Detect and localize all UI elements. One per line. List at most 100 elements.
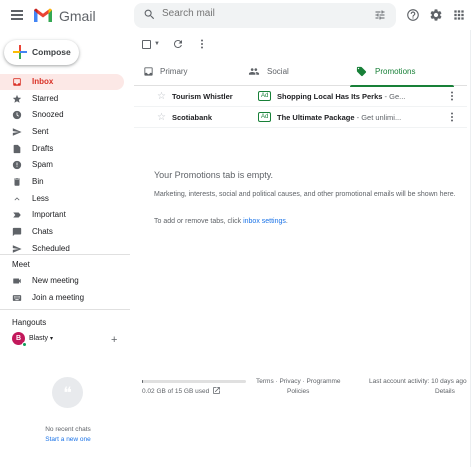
more-vert-icon[interactable]: [446, 90, 458, 102]
people-icon: [248, 68, 260, 75]
start-new-chat-link[interactable]: Start a new one: [0, 436, 136, 443]
top-bar: Gmail: [0, 0, 474, 32]
tab-social[interactable]: Social: [244, 58, 348, 86]
sidebar-item-starred[interactable]: Starred: [0, 91, 124, 107]
category-tabs: Primary Social Promotions: [134, 58, 467, 87]
meet-heading: Meet: [12, 260, 30, 269]
settings-suffix: .: [285, 218, 288, 225]
help-icon[interactable]: [406, 8, 420, 22]
avatar-initial: B: [15, 335, 22, 342]
sidebar-item-snoozed[interactable]: Snoozed: [0, 107, 124, 123]
new-meeting-label: New meeting: [32, 276, 79, 285]
empty-state-settings: To add or remove tabs, click inbox setti…: [154, 218, 288, 225]
ad-badge: Ad: [258, 112, 272, 122]
bin-icon: [14, 178, 20, 186]
chevron-up-icon: [14, 197, 20, 201]
join-meeting-button[interactable]: Join a meeting: [0, 290, 124, 306]
add-icon[interactable]: +: [111, 334, 117, 346]
apps-icon[interactable]: [452, 8, 466, 22]
sidebar-item-label: Chats: [32, 227, 53, 236]
star-icon[interactable]: ☆: [157, 112, 166, 123]
ad-badge: Ad: [258, 91, 272, 101]
plus-icon: [13, 45, 27, 59]
sidebar-item-sent[interactable]: Sent: [0, 124, 124, 140]
sidebar-item-chats[interactable]: Chats: [0, 224, 124, 240]
sidebar-item-less[interactable]: Less: [0, 191, 124, 207]
video-icon: [13, 278, 21, 284]
sidebar-item-label: Starred: [32, 94, 59, 103]
join-meeting-label: Join a meeting: [32, 293, 85, 302]
sidebar-item-bin[interactable]: Bin: [0, 174, 124, 190]
gmail-logo-icon[interactable]: [33, 7, 53, 23]
email-row[interactable]: ☆ Tourism Whistler Ad Shopping Local Has…: [134, 86, 467, 107]
compose-label: Compose: [32, 47, 71, 57]
svg-text:❝: ❝: [63, 383, 72, 402]
select-all-checkbox[interactable]: [142, 40, 151, 49]
tab-promotions[interactable]: Promotions: [350, 58, 454, 87]
spam-icon: [12, 160, 22, 170]
star-icon: [12, 94, 22, 103]
search-input[interactable]: [162, 8, 362, 19]
select-dropdown-icon[interactable]: ▼: [154, 41, 160, 47]
storage-text: 0.02 GB of 15 GB used: [142, 388, 210, 395]
hangouts-heading: Hangouts: [12, 318, 47, 327]
star-icon[interactable]: ☆: [157, 91, 166, 102]
tab-primary[interactable]: Primary: [134, 58, 238, 86]
more-vert-icon[interactable]: [446, 111, 458, 123]
right-edge: [470, 30, 471, 467]
sidebar-item-drafts[interactable]: Drafts: [0, 141, 124, 157]
tab-label: Social: [267, 67, 289, 76]
compose-button[interactable]: Compose: [4, 40, 79, 65]
no-chats-text: No recent chats: [45, 426, 91, 433]
tag-icon: [356, 66, 367, 77]
empty-state-title: Your Promotions tab is empty.: [154, 170, 274, 180]
refresh-icon[interactable]: [172, 38, 184, 50]
sidebar-item-label: Scheduled: [32, 244, 70, 253]
storage-bar: [142, 380, 246, 383]
hangouts-user[interactable]: Blasty ▾: [29, 335, 53, 342]
last-activity: Last account activity: 10 days ago: [369, 378, 467, 385]
search-bar[interactable]: [134, 3, 396, 28]
quote-icon: ❝: [52, 377, 83, 408]
settings-icon[interactable]: [429, 8, 443, 22]
clock-icon: [12, 110, 22, 120]
sidebar-item-important[interactable]: Important: [0, 207, 124, 223]
policies-link[interactable]: Policies: [287, 388, 309, 395]
sidebar-item-label: Important: [32, 210, 66, 219]
email-subject-line: Shopping Local Has Its Perks - Ge...: [277, 92, 427, 101]
email-sender: Tourism Whistler: [172, 92, 233, 101]
tab-label: Primary: [160, 67, 188, 76]
keyboard-icon: [12, 295, 22, 301]
tab-label: Promotions: [375, 67, 416, 76]
footer-links[interactable]: Terms · Privacy · Programme: [256, 378, 341, 385]
sidebar-item-label: Snoozed: [32, 110, 64, 119]
more-vert-icon[interactable]: [196, 38, 208, 50]
storage-fill: [142, 380, 143, 383]
online-status-dot: [22, 342, 27, 347]
inbox-icon: [13, 78, 21, 86]
menu-icon[interactable]: [11, 10, 23, 20]
email-subject-line: The Ultimate Package - Get unlimi...: [277, 113, 427, 122]
search-icon[interactable]: [143, 8, 156, 21]
app-name: Gmail: [59, 8, 96, 24]
sidebar-item-label: Inbox: [32, 77, 54, 86]
inbox-settings-link[interactable]: inbox settings: [243, 218, 286, 225]
sidebar-item-spam[interactable]: Spam: [0, 157, 124, 173]
sidebar-item-label: Sent: [32, 127, 49, 136]
open-in-new-icon[interactable]: [212, 386, 221, 395]
sidebar-item-inbox[interactable]: Inbox: [0, 74, 124, 90]
important-icon: [13, 212, 21, 218]
email-sender: Scotiabank: [172, 113, 213, 122]
empty-state-text: Marketing, interests, social and politic…: [154, 191, 456, 198]
details-link[interactable]: Details: [435, 388, 455, 395]
email-subject: Shopping Local Has Its Perks: [277, 92, 383, 101]
search-options-icon[interactable]: [374, 9, 386, 21]
sidebar-item-label: Less: [32, 194, 49, 203]
email-snippet: - Ge...: [382, 92, 406, 101]
chevron-down-icon: ▾: [50, 336, 54, 342]
hangouts-user-name: Blasty: [29, 335, 49, 342]
new-meeting-button[interactable]: New meeting: [0, 273, 124, 289]
email-row[interactable]: ☆ Scotiabank Ad The Ultimate Package - G…: [134, 107, 467, 128]
send-icon: [12, 128, 22, 136]
sidebar-item-label: Bin: [32, 177, 44, 186]
